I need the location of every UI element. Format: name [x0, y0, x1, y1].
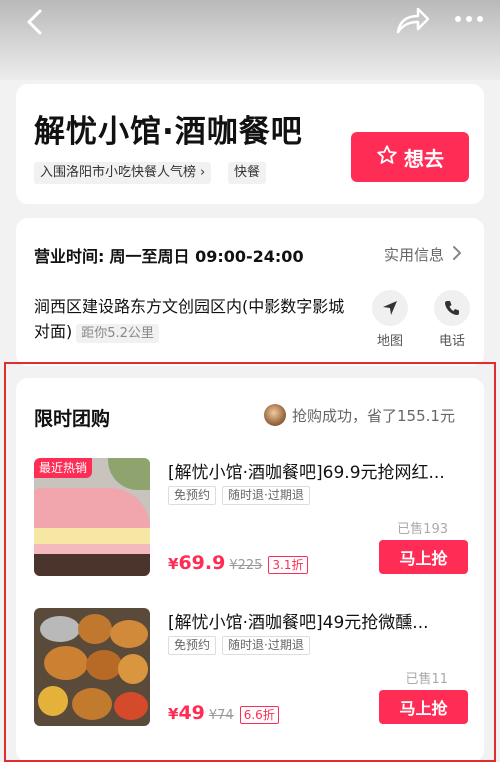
food-blob [72, 688, 112, 720]
practical-info-link[interactable]: 实用信息 [384, 244, 462, 265]
buy-now-button[interactable]: 马上抢 [379, 540, 468, 574]
deal-tag: 免预约 [168, 486, 217, 505]
cake-layer [34, 528, 150, 544]
business-hours: 营业时间: 周一至周日 09:00-24:00 [34, 243, 304, 267]
current-price: ¥69.9 [168, 552, 225, 574]
map-button[interactable]: 地图 [370, 290, 410, 349]
cake-layer [34, 488, 150, 528]
food-blob [44, 646, 88, 680]
hot-sale-badge: 最近热销 [34, 458, 93, 478]
food-blob [40, 616, 80, 642]
purchase-success-text: 抢购成功，省了155.1元 [292, 406, 455, 425]
price-block: ¥49 ¥74 6.6折 [168, 702, 279, 724]
deal-item[interactable]: 最近热销 [解忧小馆·酒咖餐吧]69.9元抢网红... 免预约 随时退·过期退 … [34, 458, 468, 594]
phone-icon [434, 290, 470, 326]
deal-title[interactable]: [解忧小馆·酒咖餐吧]49元抢微醺... [168, 608, 468, 633]
sold-count: 已售193 [397, 522, 448, 537]
practical-info-label: 实用信息 [384, 246, 445, 264]
food-blob [118, 654, 148, 684]
map-label: 地图 [376, 334, 403, 349]
deal-tag: 随时退·过期退 [222, 486, 310, 505]
cake-layer [34, 544, 150, 554]
chevron-right-icon: › [200, 165, 206, 180]
want-to-go-label: 想去 [404, 146, 444, 171]
current-price: ¥49 [168, 702, 205, 724]
category-tag: 快餐 [228, 162, 267, 184]
food-blob [110, 620, 148, 648]
deal-tags: 免预约 随时退·过期退 [168, 636, 310, 655]
cake-image[interactable]: 最近热销 [34, 458, 150, 576]
avatar [264, 404, 286, 426]
navigation-arrow-icon [372, 290, 408, 326]
hours-label: 营业时间: [34, 247, 105, 266]
cake-layer [34, 554, 150, 576]
deal-title[interactable]: [解忧小馆·酒咖餐吧]69.9元抢网红... [168, 458, 468, 483]
hours-value: 周一至周日 09:00-24:00 [109, 247, 304, 266]
current-price-value: 69.9 [178, 552, 226, 574]
original-price: ¥225 [229, 558, 263, 573]
original-price: ¥74 [208, 708, 234, 723]
share-arrow-icon[interactable] [394, 6, 430, 36]
chevron-right-icon [452, 245, 462, 265]
rank-tag-label: 入围洛阳市小吃快餐人气榜 [40, 165, 197, 180]
shop-header-card: 解忧小馆·酒咖餐吧 入围洛阳市小吃快餐人气榜 › 快餐 想去 [16, 84, 484, 204]
chicken-wings-image[interactable] [34, 608, 150, 726]
deal-tag: 免预约 [168, 636, 217, 655]
address[interactable]: 涧西区建设路东方文创园区内(中影数字影城对面) 距你5.2公里 [34, 294, 346, 344]
deal-item[interactable]: [解忧小馆·酒咖餐吧]49元抢微醺... 免预约 随时退·过期退 已售11 ¥4… [34, 608, 468, 744]
distance-badge: 距你5.2公里 [76, 324, 159, 343]
chevron-left-icon[interactable] [22, 8, 50, 36]
purchase-success-notice: 抢购成功，省了155.1元 [264, 404, 455, 426]
deal-tag: 随时退·过期退 [222, 636, 310, 655]
currency-symbol: ¥ [168, 555, 179, 573]
cake-decoration [108, 458, 150, 490]
top-bar [0, 0, 500, 80]
phone-button[interactable]: 电话 [432, 290, 472, 349]
more-dots-icon[interactable] [454, 10, 484, 28]
price-block: ¥69.9 ¥225 3.1折 [168, 552, 308, 574]
rank-tag[interactable]: 入围洛阳市小吃快餐人气榜 › [34, 162, 212, 184]
star-outline-icon [376, 144, 398, 171]
deal-tags: 免预约 随时退·过期退 [168, 486, 310, 505]
food-blob [38, 686, 68, 716]
current-price-value: 49 [178, 702, 205, 724]
group-deals-card: 限时团购 抢购成功，省了155.1元 最近热销 [解忧小馆·酒咖餐吧]69.9元… [16, 378, 484, 762]
food-blob [114, 692, 148, 720]
shop-name: 解忧小馆·酒咖餐吧 [34, 114, 303, 150]
buy-now-button[interactable]: 马上抢 [379, 690, 468, 724]
currency-symbol: ¥ [168, 705, 179, 723]
discount-badge: 6.6折 [239, 706, 279, 724]
food-blob [86, 650, 122, 680]
phone-label: 电话 [438, 334, 465, 349]
food-blob [78, 614, 112, 644]
shop-info-card: 营业时间: 周一至周日 09:00-24:00 实用信息 涧西区建设路东方文创园… [16, 218, 484, 366]
discount-badge: 3.1折 [268, 556, 308, 574]
section-title: 限时团购 [34, 408, 111, 430]
want-to-go-button[interactable]: 想去 [351, 132, 469, 182]
sold-count: 已售11 [405, 672, 448, 687]
